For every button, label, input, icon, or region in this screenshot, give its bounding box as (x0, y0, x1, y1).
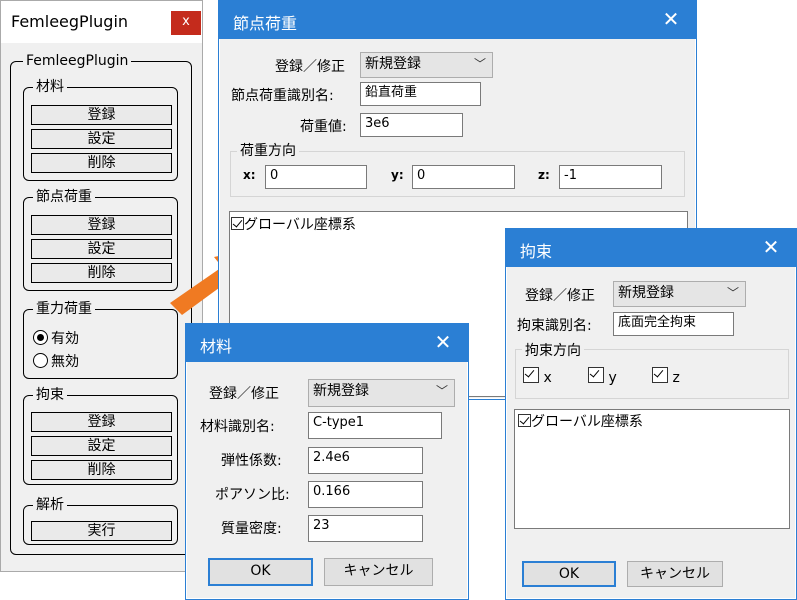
nodal-load-delete-button[interactable]: 削除 (31, 263, 172, 283)
gravity-disabled-label: 無効 (51, 354, 79, 370)
plugin-close-button[interactable]: x (171, 11, 201, 35)
nodal-load-global-coord-item[interactable]: グローバル座標系 (231, 214, 356, 234)
constraint-mode-label: 登録／修正 (525, 288, 595, 304)
material-delete-button[interactable]: 削除 (31, 153, 172, 173)
constraint-y-label: y (608, 370, 617, 386)
nodal-load-x-input[interactable]: 0 (265, 165, 367, 189)
constraint-dialog: 拘束 ✕ 登録／修正 新規登録 ﹀ 拘束識別名: 底面完全拘束 拘束方向 x y… (505, 228, 797, 600)
material-density-input[interactable]: 23 (308, 515, 423, 542)
gravity-group (23, 309, 178, 379)
material-id-label: 材料識別名: (200, 419, 275, 435)
material-body: 登録／修正 新規登録 ﹀ 材料識別名: C-type1 弾性係数: 2.4e6 … (187, 362, 467, 598)
nodal-load-group-label: 節点荷重 (33, 189, 95, 205)
material-poisson-input[interactable]: 0.166 (308, 481, 423, 508)
nodal-load-mode-label: 登録／修正 (275, 59, 345, 75)
nodal-load-mode-select[interactable]: 新規登録 ﹀ (360, 52, 493, 78)
constraint-mode-value: 新規登録 (618, 285, 674, 301)
material-group-label: 材料 (33, 79, 67, 95)
constraint-global-coord-item[interactable]: グローバル座標系 (518, 411, 643, 431)
plugin-title: FemleegPlugin (11, 12, 129, 31)
nodal-load-z-input[interactable]: -1 (559, 165, 662, 189)
material-mode-value: 新規登録 (313, 383, 369, 399)
material-settings-button[interactable]: 設定 (31, 129, 172, 149)
constraint-title: 拘束 (520, 242, 553, 261)
checkbox-checked-icon (652, 367, 668, 383)
nodal-load-title: 節点荷重 (233, 14, 298, 33)
constraint-id-input[interactable]: 底面完全拘束 (613, 312, 734, 336)
gravity-group-label: 重力荷重 (33, 301, 95, 317)
constraint-mode-select[interactable]: 新規登録 ﹀ (613, 281, 746, 307)
constraint-close-icon[interactable]: ✕ (756, 233, 786, 261)
nodal-load-direction-label: 荷重方向 (237, 143, 299, 159)
constraint-ok-button[interactable]: OK (522, 561, 616, 587)
constraint-body: 登録／修正 新規登録 ﹀ 拘束識別名: 底面完全拘束 拘束方向 x y z グロ… (507, 267, 795, 598)
constraint-z-checkbox[interactable]: z (652, 367, 680, 386)
nodal-load-mode-value: 新規登録 (365, 56, 421, 72)
nodal-load-value-label: 荷重値: (300, 119, 347, 135)
plugin-group-title: FemleegPlugin (23, 53, 132, 69)
constraint-coord-panel: グローバル座標系 (514, 409, 790, 529)
constraint-delete-button[interactable]: 削除 (31, 460, 172, 480)
constraint-x-label: x (543, 370, 552, 386)
material-id-input[interactable]: C-type1 (308, 412, 442, 439)
constraint-y-checkbox[interactable]: y (588, 367, 617, 386)
chevron-down-icon: ﹀ (435, 384, 448, 398)
plugin-titlebar: FemleegPlugin x (1, 1, 202, 43)
checkbox-checked-icon (231, 217, 244, 230)
analysis-group-label: 解析 (33, 497, 67, 513)
material-mode-label: 登録／修正 (209, 386, 279, 402)
constraint-cancel-button[interactable]: キャンセル (627, 561, 723, 587)
material-title: 材料 (200, 337, 233, 356)
material-density-label: 質量密度: (221, 521, 282, 537)
gravity-enabled-label: 有効 (51, 331, 79, 347)
checkbox-checked-icon (518, 414, 531, 427)
material-elastic-input[interactable]: 2.4e6 (308, 447, 423, 474)
material-ok-button[interactable]: OK (208, 558, 313, 586)
constraint-z-label: z (672, 370, 680, 386)
constraint-titlebar: 拘束 ✕ (506, 229, 796, 267)
checkbox-checked-icon (523, 367, 539, 383)
nodal-load-id-label: 節点荷重識別名: (231, 88, 334, 104)
gravity-enabled-radio[interactable] (33, 330, 48, 345)
nodal-load-id-input[interactable]: 鉛直荷重 (360, 82, 481, 106)
gravity-disabled-radio[interactable] (33, 353, 48, 368)
constraint-id-label: 拘束識別名: (517, 318, 592, 334)
material-mode-select[interactable]: 新規登録 ﹀ (308, 379, 455, 407)
nodal-load-global-coord-label: グローバル座標系 (244, 217, 356, 233)
chevron-down-icon: ﹀ (473, 57, 486, 71)
material-titlebar: 材料 ✕ (186, 324, 468, 362)
nodal-load-value-input[interactable]: 3e6 (360, 113, 463, 137)
constraint-group-label: 拘束 (33, 387, 67, 403)
chevron-down-icon: ﹀ (726, 286, 739, 300)
constraint-direction-label: 拘束方向 (522, 343, 584, 359)
nodal-load-z-label: z: (538, 168, 550, 182)
material-elastic-label: 弾性係数: (221, 453, 282, 469)
material-cancel-button[interactable]: キャンセル (324, 558, 433, 586)
material-close-icon[interactable]: ✕ (428, 328, 458, 356)
material-dialog: 材料 ✕ 登録／修正 新規登録 ﹀ 材料識別名: C-type1 弾性係数: 2… (185, 323, 469, 600)
nodal-load-y-input[interactable]: 0 (412, 165, 515, 189)
nodal-load-y-label: y: (391, 168, 404, 182)
material-register-button[interactable]: 登録 (31, 105, 172, 125)
nodal-load-settings-button[interactable]: 設定 (31, 239, 172, 259)
analysis-run-button[interactable]: 実行 (31, 521, 172, 541)
nodal-load-x-label: x: (243, 168, 256, 182)
constraint-settings-button[interactable]: 設定 (31, 436, 172, 456)
constraint-register-button[interactable]: 登録 (31, 412, 172, 432)
material-poisson-label: ポアソン比: (215, 487, 290, 503)
nodal-load-titlebar: 節点荷重 ✕ (219, 1, 696, 39)
nodal-load-close-icon[interactable]: ✕ (656, 5, 686, 33)
checkbox-checked-icon (588, 367, 604, 383)
constraint-global-coord-label: グローバル座標系 (531, 414, 643, 430)
constraint-x-checkbox[interactable]: x (523, 367, 552, 386)
nodal-load-register-button[interactable]: 登録 (31, 215, 172, 235)
